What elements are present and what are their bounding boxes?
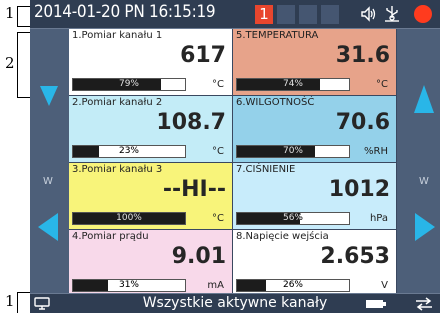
channel-title: 3.Pomiar kanału 3 [72, 164, 163, 175]
callout-1-top: 1 [5, 4, 15, 22]
channel-tile-5[interactable]: 5.TEMPERATURA 31.6 °C 74% [233, 29, 397, 96]
callout-bracket-side [17, 32, 30, 98]
scroll-up-right-icon[interactable] [413, 84, 435, 114]
channel-unit: °C [212, 146, 224, 157]
channel-value: 70.6 [335, 110, 390, 135]
level-bar-label: 31% [118, 280, 139, 290]
level-bar-label: 74% [282, 79, 303, 89]
channel-value: 9.01 [171, 244, 226, 269]
left-w-label: W [43, 176, 53, 187]
level-bar-label: 56% [282, 213, 303, 223]
level-bar: 23% [72, 145, 186, 158]
level-bar-label: 79% [118, 79, 139, 89]
level-bar: 31% [72, 279, 186, 292]
channel-unit: hPa [369, 213, 388, 224]
level-bar: 26% [236, 279, 350, 292]
channel-tile-7[interactable]: 7.CIŚNIENIE 1012 hPa 56% [233, 163, 397, 230]
scroll-up-left-icon[interactable] [39, 84, 59, 108]
right-w-label: W [419, 176, 429, 187]
status-bar: 2014-01-20 PN 16:15:19 1 [30, 0, 440, 29]
swap-arrows-icon[interactable] [414, 297, 434, 311]
screen-slot-2[interactable] [277, 5, 295, 24]
page-left-icon[interactable] [36, 212, 60, 242]
channel-value: 617 [180, 43, 226, 68]
channel-value: 1012 [328, 177, 390, 202]
level-bar: 74% [236, 78, 350, 91]
channel-title: 1.Pomiar kanału 1 [72, 30, 163, 41]
channel-tile-3[interactable]: 3.Pomiar kanału 3 --HI-- °C 100% [69, 163, 233, 230]
level-bar: 100% [72, 212, 186, 225]
screen-slot-4[interactable] [321, 5, 339, 24]
channel-unit: °C [212, 213, 224, 224]
channel-title: 4.Pomiar prądu [72, 231, 149, 242]
level-bar-label: 26% [282, 280, 303, 290]
channel-title: 8.Napięcie wejścia [236, 231, 329, 242]
bottom-bar: Wszystkie aktywne kanały [30, 293, 440, 313]
channel-tile-8[interactable]: 8.Napięcie wejścia 2.653 V 26% [233, 230, 397, 297]
level-bar-label: 70% [282, 146, 303, 156]
channel-title: 7.CIŚNIENIE [236, 164, 296, 175]
datetime-display: 2014-01-20 PN 16:15:19 [34, 2, 216, 22]
channel-tile-1[interactable]: 1.Pomiar kanału 1 617 °C 79% [69, 29, 233, 96]
channel-unit: °C [376, 79, 388, 90]
callout-2-side: 2 [5, 54, 15, 72]
channel-unit: V [381, 280, 388, 291]
screen-slot-3[interactable] [299, 5, 317, 24]
callout-1-bottom: 1 [5, 292, 15, 310]
channel-value: --HI-- [162, 177, 226, 202]
level-bar: 70% [236, 145, 350, 158]
channel-value: 108.7 [156, 110, 226, 135]
channel-title: 6.WILGOTNOŚĆ [236, 97, 315, 108]
level-bar-label: 23% [118, 146, 139, 156]
channel-title: 5.TEMPERATURA [236, 30, 319, 41]
screen-number-badge[interactable]: 1 [255, 5, 273, 24]
channel-tile-4[interactable]: 4.Pomiar prądu 9.01 mA 31% [69, 230, 233, 297]
channel-tile-6[interactable]: 6.WILGOTNOŚĆ 70.6 %RH 70% [233, 96, 397, 163]
channel-unit: %RH [364, 146, 388, 157]
record-indicator [414, 5, 432, 23]
channel-tile-2[interactable]: 2.Pomiar kanału 2 108.7 °C 23% [69, 96, 233, 163]
usb-icon[interactable] [383, 5, 401, 23]
level-bar: 79% [72, 78, 186, 91]
channel-title: 2.Pomiar kanału 2 [72, 97, 163, 108]
callout-bracket-top [17, 6, 30, 27]
channel-value: 2.653 [320, 244, 390, 269]
channel-value: 31.6 [335, 43, 390, 68]
device-screen: 2014-01-20 PN 16:15:19 1 W W 1.Pomiar ka… [30, 0, 440, 313]
level-bar-label: 100% [116, 213, 142, 223]
speaker-icon[interactable] [360, 6, 376, 22]
level-bar: 56% [236, 212, 350, 225]
channel-unit: mA [207, 280, 224, 291]
page-right-icon[interactable] [413, 212, 437, 242]
battery-icon [366, 300, 386, 308]
callout-bracket-bottom [17, 292, 30, 313]
channel-unit: °C [212, 79, 224, 90]
